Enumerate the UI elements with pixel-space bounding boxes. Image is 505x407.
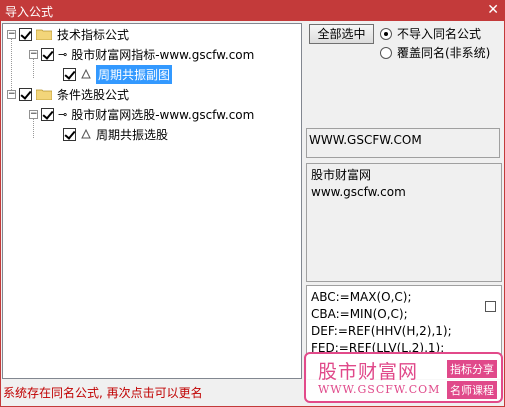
formula-url-field: WWW.GSCFW.COM <box>306 128 500 158</box>
overwrite-radio[interactable] <box>380 46 392 59</box>
close-icon[interactable]: ✕ <box>487 2 499 18</box>
formula-description: 股市财富网 www.gscfw.com <box>306 163 502 282</box>
overwrite-label: 覆盖同名(非系统) <box>397 46 491 60</box>
selection-formula-checkbox[interactable] <box>63 127 76 141</box>
collapse-toggle[interactable]: − <box>29 49 38 59</box>
tree-node-indicator-file[interactable]: − ⊸ 股市财富网指标-www.gscfw.com <box>29 45 254 63</box>
key-icon: ⊸ <box>58 107 68 121</box>
select-all-button[interactable]: 全部选中 <box>309 24 374 44</box>
code-line: DEF:=REF(HHV(H,2),1); <box>311 324 452 338</box>
indicator-group-checkbox[interactable] <box>19 27 32 41</box>
indicator-file-label: 股市财富网指标-www.gscfw.com <box>71 47 255 62</box>
selection-group-checkbox[interactable] <box>19 87 32 101</box>
watermark-url: WWW.GSCFW.COM <box>318 383 441 396</box>
selection-file-label: 股市财富网选股-www.gscfw.com <box>71 107 255 122</box>
code-checkbox[interactable] <box>485 301 496 312</box>
selection-group-label: 条件选股公式 <box>57 87 130 102</box>
no-import-label: 不导入同名公式 <box>397 27 482 41</box>
tree-node-selection-formula[interactable]: 周期共振选股 <box>63 125 168 143</box>
indicator-group-label: 技术指标公式 <box>57 27 130 42</box>
window-title: 导入公式 <box>5 5 54 19</box>
status-message: 系统存在同名公式, 再次点击可以更名 <box>3 386 203 400</box>
watermark-tag: 名师课程 <box>447 381 497 399</box>
code-line: ABC:=MAX(O,C); <box>311 290 412 304</box>
folder-icon <box>36 29 52 40</box>
description-line: www.gscfw.com <box>311 185 406 199</box>
watermark-tag: 指标分享 <box>447 360 497 378</box>
no-import-radio[interactable] <box>380 27 392 40</box>
formula-url: WWW.GSCFW.COM <box>309 133 422 147</box>
tree-node-indicator-group[interactable]: − 技术指标公式 <box>7 25 129 43</box>
tree-node-indicator-formula[interactable]: 周期共振副图 <box>63 64 173 84</box>
option-no-import[interactable]: 不导入同名公式 <box>380 25 481 42</box>
tree-node-selection-file[interactable]: − ⊸ 股市财富网选股-www.gscfw.com <box>29 105 254 123</box>
watermark-logo: 股市财富网 WWW.GSCFW.COM 指标分享 名师课程 <box>304 352 503 403</box>
collapse-toggle[interactable]: − <box>29 109 38 119</box>
formula-tree[interactable]: − 技术指标公式 − ⊸ 股市财富网指标-www.gscfw.com 周期共振副… <box>2 23 302 379</box>
key-icon: ⊸ <box>58 47 68 61</box>
option-overwrite[interactable]: 覆盖同名(非系统) <box>380 44 490 61</box>
code-line: CBA:=MIN(O,C); <box>311 307 408 321</box>
indicator-file-checkbox[interactable] <box>41 47 54 61</box>
selection-formula-label: 周期共振选股 <box>96 127 169 142</box>
folder-icon <box>36 89 52 100</box>
indicator-formula-label: 周期共振副图 <box>96 64 173 84</box>
selection-file-checkbox[interactable] <box>41 107 54 121</box>
formula-icon <box>81 68 91 79</box>
indicator-formula-checkbox[interactable] <box>63 67 76 81</box>
formula-icon <box>81 128 91 139</box>
collapse-toggle[interactable]: − <box>7 89 16 99</box>
tree-node-selection-group[interactable]: − 条件选股公式 <box>7 85 129 103</box>
watermark-brand: 股市财富网 <box>318 361 419 383</box>
description-line: 股市财富网 <box>311 168 372 182</box>
collapse-toggle[interactable]: − <box>7 29 16 39</box>
title-bar: 导入公式 ✕ <box>0 0 505 21</box>
